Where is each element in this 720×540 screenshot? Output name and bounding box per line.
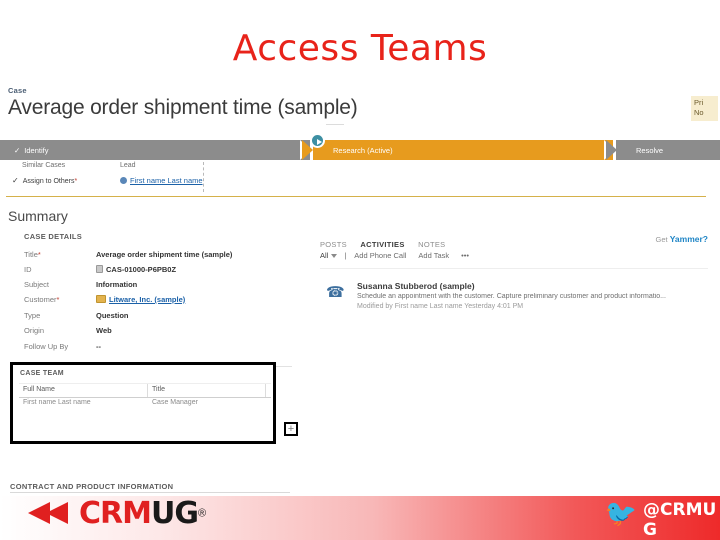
header-priority-panel: Pri No <box>691 96 718 121</box>
yammer-brand: Yammer? <box>669 234 708 244</box>
account-icon <box>96 295 106 303</box>
crm-screenshot: Case Average order shipment time (sample… <box>0 86 720 496</box>
user-icon <box>120 177 127 184</box>
activity-name: Susanna Stubberod (sample) <box>357 281 475 291</box>
stage-check-icon: ✓ <box>14 145 21 155</box>
field-label-id: ID <box>24 265 32 274</box>
add-task-button[interactable]: Add Task <box>418 251 449 260</box>
case-team-heading: CASE TEAM <box>20 370 64 377</box>
stage-identify[interactable]: ✓ Identify <box>0 140 310 160</box>
phone-call-icon: ☎ <box>326 284 345 301</box>
stage-field-lead-label: Lead <box>120 162 136 169</box>
stage-resolve[interactable]: Resolve <box>616 140 720 160</box>
case-team-section: CASE TEAM Full Name Title First name Las… <box>10 362 276 444</box>
stage-resolve-label: Resolve <box>636 145 664 155</box>
field-value-id: CAS-01000-P6PB0Z <box>96 265 176 274</box>
cell-title: Case Manager <box>152 399 198 406</box>
business-process-bar: ✓ Identify Research (Active) Resolve <box>0 133 720 160</box>
logo-arrow-icon <box>28 500 76 526</box>
lead-link-text: First name Last name <box>130 176 203 185</box>
twitter-handle-block[interactable]: 🐦 @CRMUG <box>605 500 717 540</box>
assign-check-icon: ✓ <box>12 176 19 185</box>
stage-fields: Similar Cases ✓ Assign to Others* Lead Fi… <box>0 162 300 194</box>
slide-title: Access Teams <box>232 28 488 69</box>
field-value-customer[interactable]: Litware, Inc. (sample) <box>96 295 185 304</box>
field-value-origin[interactable]: Web <box>96 326 112 335</box>
logo-crm-text: CRM <box>79 495 152 531</box>
social-pane-divider <box>320 268 708 269</box>
field-label-subject: Subject <box>24 280 50 289</box>
contract-section-heading: CONTRACT AND PRODUCT INFORMATION <box>10 482 174 491</box>
stage-field-assign-label: Assign to Others <box>22 178 75 185</box>
column-header-full-name[interactable]: Full Name <box>23 386 55 393</box>
twitter-handle-text: @CRMUG <box>643 500 717 540</box>
header-divider <box>6 196 706 197</box>
header-priority-value: No <box>694 108 704 117</box>
header-priority-label: Pri <box>694 98 704 107</box>
cell-full-name: First name Last name <box>23 399 91 406</box>
activity-separator <box>326 124 344 125</box>
logo-ug-text: UG <box>150 495 199 531</box>
lock-icon <box>96 265 103 273</box>
logo-registered-mark: ® <box>197 507 207 520</box>
add-case-team-member-button[interactable]: + <box>284 422 298 436</box>
next-stage-icon[interactable] <box>310 133 325 148</box>
field-label-customer: Customer* <box>24 295 60 304</box>
yammer-prefix: Get <box>655 235 668 244</box>
field-value-subject[interactable]: Information <box>96 280 137 289</box>
field-label-follow-up-by: Follow Up By <box>24 342 69 351</box>
record-title: Average order shipment time (sample) <box>8 96 358 119</box>
stage-divider-2b-icon <box>606 140 617 160</box>
table-row[interactable]: First name Last name Case Manager <box>19 399 271 411</box>
field-label-type: Type <box>24 311 41 320</box>
assign-required-icon: * <box>74 178 78 185</box>
activity-meta: Modified by First name Last name Yesterd… <box>357 303 524 310</box>
crmug-logo: CRMUG® <box>28 495 207 531</box>
tab-activities[interactable]: ACTIVITIES <box>360 240 404 249</box>
stage-identify-label: Identify <box>24 145 49 155</box>
field-value-type[interactable]: Question <box>96 311 129 320</box>
field-value-follow-up-by[interactable]: -- <box>96 342 101 351</box>
field-value-title[interactable]: Average order shipment time (sample) <box>96 250 232 259</box>
tab-posts[interactable]: POSTS <box>320 240 347 249</box>
social-pane-actions: All | Add Phone Call Add Task ••• <box>320 251 481 260</box>
stage-field-lead-value[interactable]: First name Last name <box>120 176 203 185</box>
stage-research[interactable]: Research (Active) <box>313 140 613 160</box>
record-header: Case Average order shipment time (sample… <box>8 86 358 120</box>
chevron-down-icon[interactable] <box>331 253 338 258</box>
stage-research-label: Research (Active) <box>333 145 393 155</box>
twitter-bird-icon: 🐦 <box>604 498 637 528</box>
activity-filter-all[interactable]: All <box>320 251 328 260</box>
summary-heading: Summary <box>8 208 68 224</box>
contract-section-rule <box>10 492 290 493</box>
activity-description: Schedule an appointment with the custome… <box>357 293 666 300</box>
add-phone-call-button[interactable]: Add Phone Call <box>354 251 406 260</box>
tab-notes[interactable]: NOTES <box>418 240 445 249</box>
stage-field-similar-cases-label: Similar Cases <box>22 162 66 169</box>
entity-type-label: Case <box>8 86 27 95</box>
field-label-title: Title* <box>24 250 41 259</box>
stage-field-assign-others[interactable]: ✓ Assign to Others* <box>12 176 77 185</box>
action-divider: | <box>344 251 347 260</box>
social-pane-tabs: POSTS ACTIVITIES NOTES <box>320 234 454 252</box>
more-actions-button[interactable]: ••• <box>461 251 469 260</box>
case-details-heading: CASE DETAILS <box>24 232 83 241</box>
field-label-origin: Origin <box>24 326 45 335</box>
get-yammer-link[interactable]: Get Yammer? <box>656 234 708 244</box>
case-team-grid-header: Full Name Title <box>19 383 271 398</box>
column-header-title[interactable]: Title <box>152 386 165 393</box>
